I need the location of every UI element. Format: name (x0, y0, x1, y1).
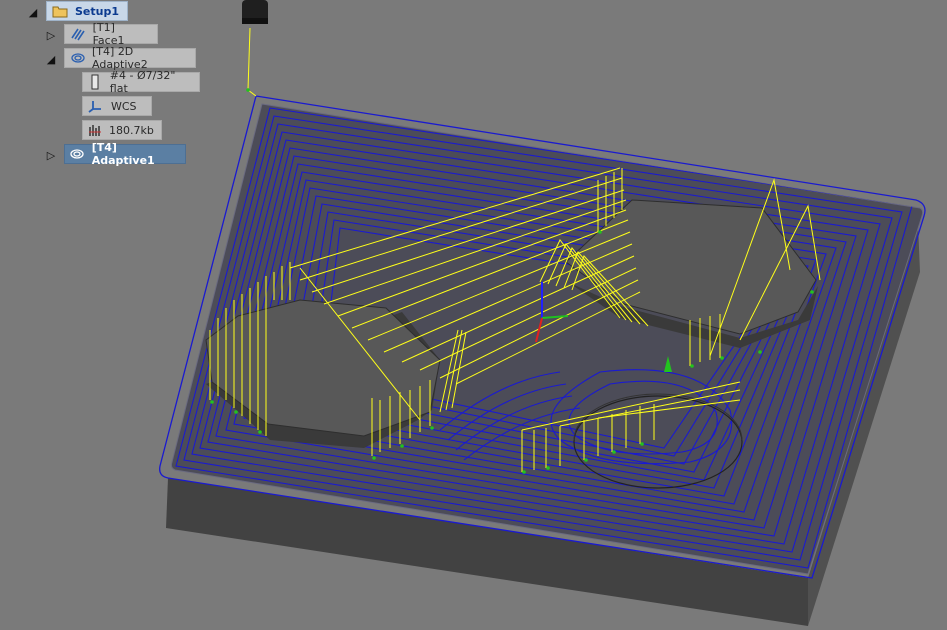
tree-node-face1[interactable]: [T1] Face1 (64, 21, 158, 47)
tree-node-tool[interactable]: #4 - Ø7/32" flat (82, 69, 200, 95)
collapse-setup-toggle[interactable]: ◢ (27, 6, 39, 19)
tree-node-tool-label: #4 - Ø7/32" flat (109, 69, 176, 95)
wcs-axes-icon (87, 98, 105, 114)
tree-node-toolpath[interactable]: 180.7kb (82, 120, 162, 140)
adaptive-operation-icon (69, 50, 86, 66)
tree-node-2d-adaptive2[interactable]: [T4] 2D Adaptive2 (64, 45, 196, 71)
tree-node-setup[interactable]: Setup1 (46, 1, 128, 21)
tree-node-adaptive1-label: [T4] Adaptive1 (91, 141, 155, 167)
adaptive-operation-icon (69, 146, 86, 162)
tree-node-face1-label: [T1] Face1 (92, 21, 125, 47)
expand-adaptive1-toggle[interactable]: ▷ (45, 149, 57, 162)
expand-face1-toggle[interactable]: ▷ (45, 29, 57, 42)
toolpath-size-icon (87, 122, 103, 138)
tree-node-wcs-label: WCS (111, 99, 137, 113)
tree-node-setup-label: Setup1 (75, 4, 119, 18)
collapse-adaptive2-toggle[interactable]: ◢ (45, 53, 57, 66)
tree-node-wcs[interactable]: WCS (82, 96, 152, 116)
tree-node-adaptive1[interactable]: [T4] Adaptive1 (64, 141, 186, 167)
tree-node-2d-adaptive2-label: [T4] 2D Adaptive2 (92, 45, 148, 71)
tree-node-toolpath-label: 180.7kb (109, 123, 154, 137)
tool-icon (87, 74, 104, 90)
face-operation-icon (69, 26, 87, 42)
cam-browser-tree: ◢ Setup1 ▷ [T1] Face1 ◢ [T4] 2D Adaptive… (0, 0, 260, 170)
setup-folder-icon (51, 3, 69, 19)
